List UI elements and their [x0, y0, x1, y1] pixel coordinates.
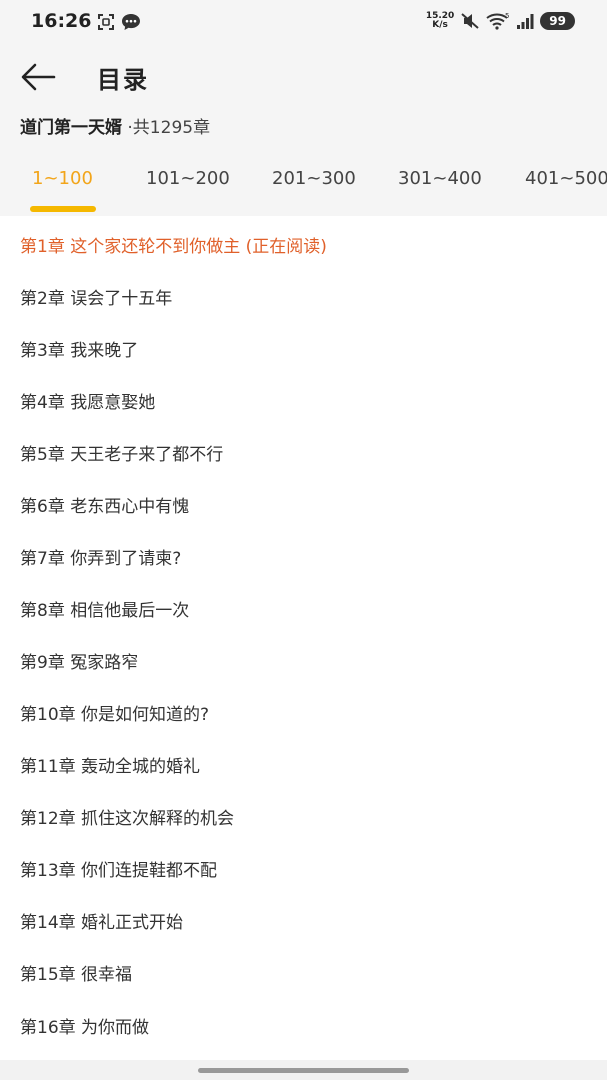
network-speed: 15.20 K/s	[425, 11, 455, 30]
chapter-item[interactable]: 第15章 很幸福	[20, 960, 132, 985]
chapter-item[interactable]: 第10章 你是如何知道的?	[20, 700, 209, 725]
tab-301-400[interactable]: 301~400	[398, 168, 482, 189]
chapter-list: 第1章 这个家还轮不到你做主 (正在阅读) 第2章 误会了十五年 第3章 我来晚…	[0, 216, 607, 1060]
chapter-item[interactable]: 第16章 为你而做	[20, 1013, 149, 1038]
status-right-icons: 15.20 K/s 5 99	[426, 12, 575, 30]
chapter-item[interactable]: 第11章 轰动全城的婚礼	[20, 752, 200, 777]
chapter-count: ·共1295章	[127, 118, 211, 138]
book-info: 道门第一天婿 ·共1295章	[20, 113, 210, 138]
chapter-item-current[interactable]: 第1章 这个家还轮不到你做主 (正在阅读)	[20, 232, 327, 257]
chapter-item[interactable]: 第14章 婚礼正式开始	[20, 908, 183, 933]
chapter-item[interactable]: 第2章 误会了十五年	[20, 284, 172, 309]
chapter-item[interactable]: 第3章 我来晚了	[20, 336, 138, 361]
tab-401-500[interactable]: 401~500	[525, 168, 607, 189]
tab-201-300[interactable]: 201~300	[272, 168, 356, 189]
back-arrow-icon	[21, 63, 56, 91]
mute-icon	[461, 13, 479, 29]
book-title: 道门第一天婿	[20, 118, 122, 138]
chapter-item[interactable]: 第7章 你弄到了请柬?	[20, 544, 181, 569]
chapter-item[interactable]: 第12章 抓住这次解释的机会	[20, 804, 234, 829]
wifi-icon: 5	[486, 12, 510, 30]
page-title: 目录	[97, 66, 149, 94]
back-button[interactable]	[20, 62, 56, 92]
chapter-item[interactable]: 第6章 老东西心中有愧	[20, 492, 189, 517]
signal-icon	[517, 14, 534, 29]
tab-101-200[interactable]: 101~200	[146, 168, 230, 189]
tab-1-100[interactable]: 1~100	[32, 168, 93, 189]
active-tab-indicator	[30, 206, 96, 212]
svg-text:5: 5	[505, 12, 509, 20]
chapter-item[interactable]: 第4章 我愿意娶她	[20, 388, 155, 413]
chapter-item[interactable]: 第8章 相信他最后一次	[20, 596, 189, 621]
chapter-item[interactable]: 第13章 你们连提鞋都不配	[20, 856, 217, 881]
status-time: 16:26	[31, 10, 92, 32]
home-indicator[interactable]	[198, 1068, 409, 1073]
status-bar: 16:26 15.20 K/s 5 99	[0, 0, 607, 44]
battery-indicator: 99	[540, 12, 575, 30]
chapter-item[interactable]: 第9章 冤家路窄	[20, 648, 138, 673]
screenshot-icon	[98, 14, 114, 30]
status-left-icons	[97, 13, 141, 31]
message-icon	[122, 14, 140, 30]
chapter-item[interactable]: 第5章 天王老子来了都不行	[20, 440, 223, 465]
